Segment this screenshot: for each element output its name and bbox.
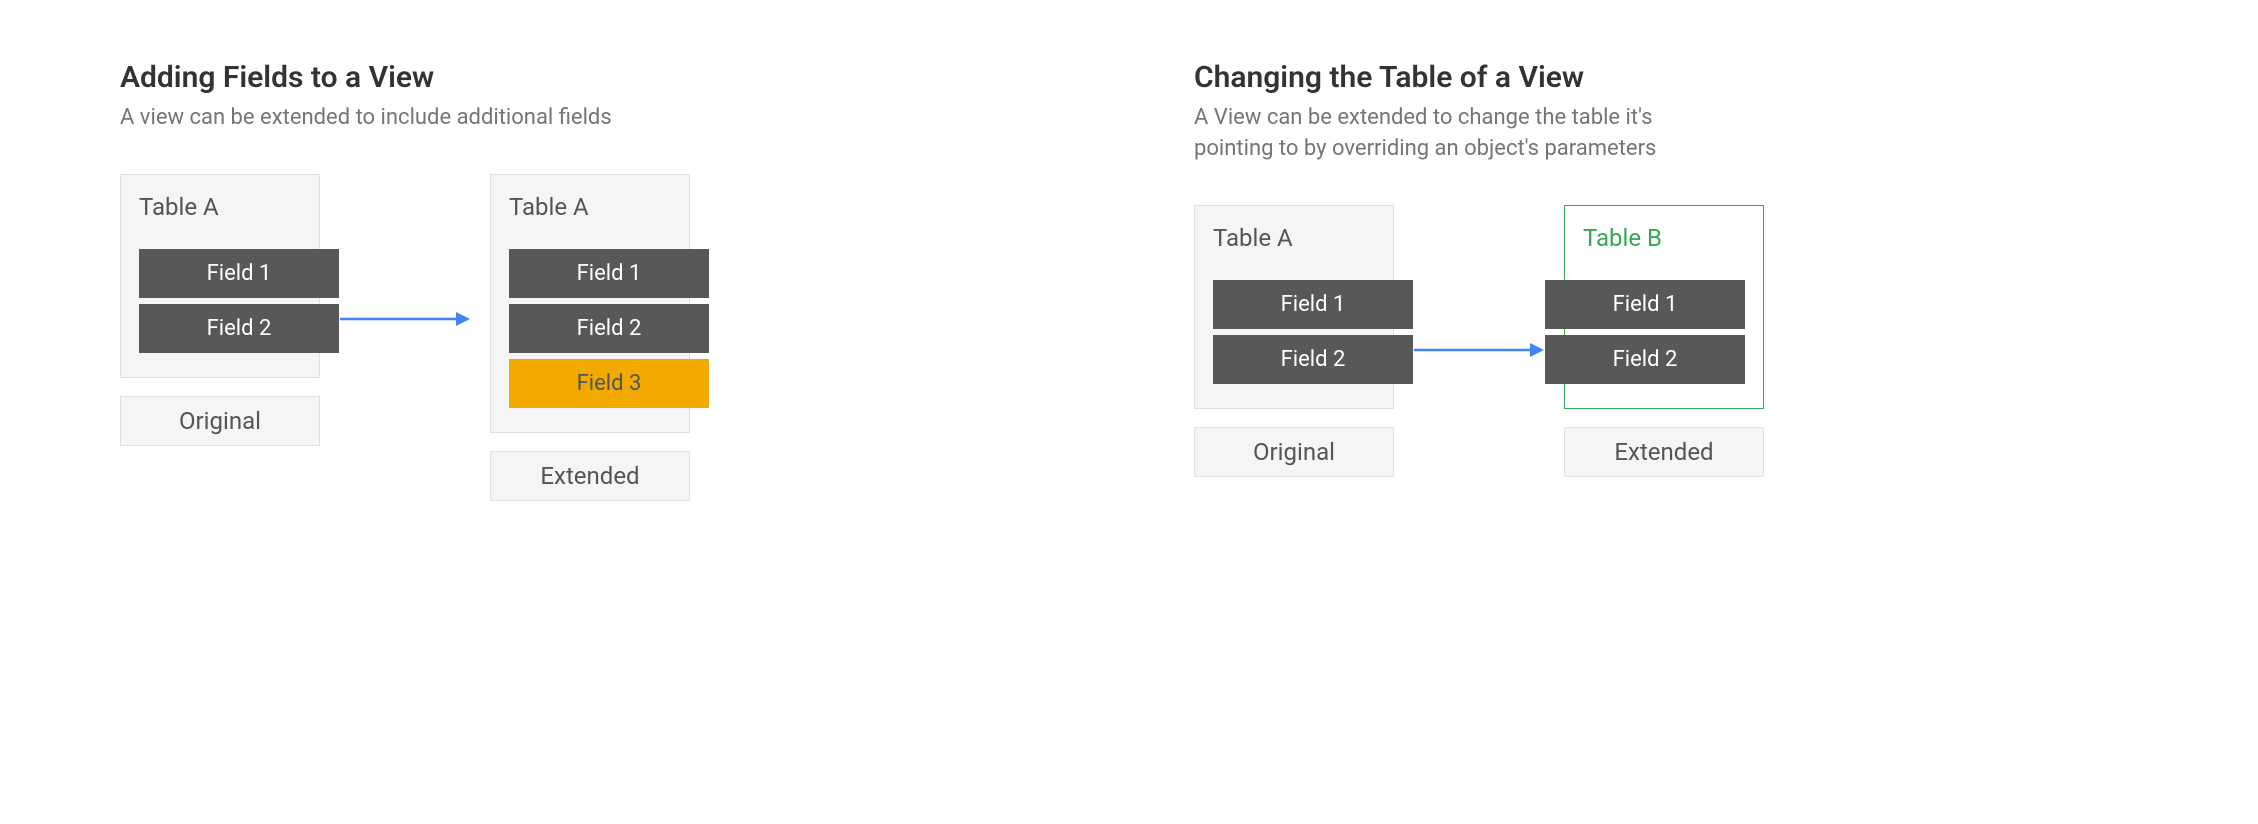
field: Field 1 [1545, 280, 1745, 329]
field: Field 1 [1213, 280, 1413, 329]
diagram-left: Table A Field 1 Field 2 Original Table A [120, 174, 1064, 501]
field: Field 1 [139, 249, 339, 298]
field: Field 2 [1213, 335, 1413, 384]
section-changing-table: Changing the Table of a View A View can … [1194, 60, 2138, 501]
diagram-right: Table A Field 1 Field 2 Original Table B [1194, 205, 2138, 495]
table-title-green: Table B [1583, 224, 1745, 252]
field-new: Field 3 [509, 359, 709, 408]
table-title: Table A [139, 193, 301, 221]
subheading-left: A view can be extended to include additi… [120, 103, 660, 134]
table-box-left-extended: Table A Field 1 Field 2 Field 3 [490, 174, 690, 433]
field: Field 2 [1545, 335, 1745, 384]
table-box-left-original: Table A Field 1 Field 2 [120, 174, 320, 378]
field: Field 2 [139, 304, 339, 353]
field: Field 1 [509, 249, 709, 298]
left-original-col: Table A Field 1 Field 2 Original [120, 174, 320, 446]
label-extended: Extended [1564, 427, 1764, 477]
label-original: Original [120, 396, 320, 446]
label-original: Original [1194, 427, 1394, 477]
label-extended: Extended [490, 451, 690, 501]
field: Field 2 [509, 304, 709, 353]
right-original-col: Table A Field 1 Field 2 Original [1194, 205, 1394, 477]
subheading-right: A View can be extended to change the tab… [1194, 103, 1734, 165]
left-extended-col: Table A Field 1 Field 2 Field 3 Extended [490, 174, 690, 501]
table-title: Table A [1213, 224, 1375, 252]
right-extended-col: Table B Field 1 Field 2 Extended [1564, 205, 1764, 477]
heading-right: Changing the Table of a View [1194, 60, 2138, 95]
section-adding-fields: Adding Fields to a View A view can be ex… [120, 60, 1064, 501]
table-box-right-original: Table A Field 1 Field 2 [1194, 205, 1394, 409]
table-title: Table A [509, 193, 671, 221]
table-box-right-extended: Table B Field 1 Field 2 [1564, 205, 1764, 409]
heading-left: Adding Fields to a View [120, 60, 1064, 95]
